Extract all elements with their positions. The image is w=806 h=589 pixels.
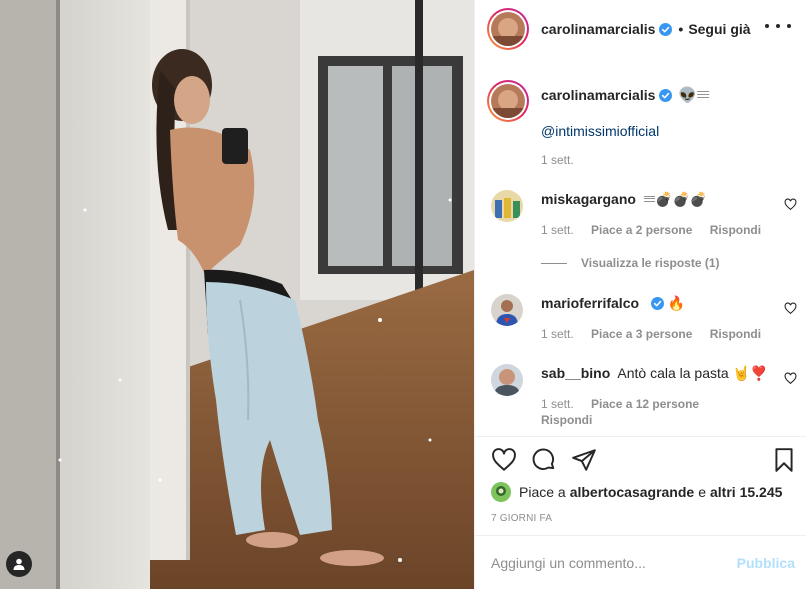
- view-replies-label: Visualizza le risposte (1): [581, 256, 720, 270]
- caption-author-avatar[interactable]: [487, 80, 529, 122]
- commenter-avatar[interactable]: [491, 364, 523, 396]
- comment-timestamp[interactable]: 1 sett.: [541, 327, 574, 341]
- header-separator: •: [678, 21, 684, 37]
- paper-plane-icon[interactable]: [571, 447, 597, 473]
- reply-button[interactable]: Rispondi: [710, 223, 761, 237]
- comment-like-heart-icon[interactable]: [784, 302, 797, 315]
- liker-username[interactable]: albertocasagrande: [570, 484, 695, 500]
- liker-avatar[interactable]: [491, 482, 511, 502]
- comment-input[interactable]: [491, 555, 721, 571]
- comment-like-heart-icon[interactable]: [784, 198, 797, 211]
- comment-text: 🔥: [667, 295, 686, 311]
- author-avatar[interactable]: [487, 8, 529, 50]
- comment-timestamp[interactable]: 1 sett.: [541, 397, 574, 411]
- caption-timestamp[interactable]: 1 sett.: [541, 153, 574, 167]
- likes-prefix: Piace a: [519, 484, 566, 500]
- verified-badge-icon: [659, 22, 673, 36]
- bookmark-icon[interactable]: [771, 447, 797, 473]
- reply-button[interactable]: Rispondi: [541, 413, 592, 427]
- view-replies-button[interactable]: Visualizza le risposte (1): [541, 256, 720, 270]
- publish-button[interactable]: Pubblica: [737, 555, 795, 571]
- post-header: carolinamarcialis • Segui già: [475, 0, 806, 58]
- post-date[interactable]: 7 GIORNI FA: [491, 513, 552, 524]
- comment-likes[interactable]: Piace a 3 persone: [591, 327, 692, 341]
- commenter-avatar[interactable]: [491, 294, 523, 326]
- comment-username[interactable]: sab__bino: [541, 365, 610, 381]
- more-options-icon[interactable]: [765, 16, 791, 36]
- heart-icon[interactable]: [491, 447, 517, 473]
- comments-list: carolinamarcialis 👽𝄘 @intimissimiofficia…: [475, 70, 806, 178]
- comment-text: Antò cala la pasta 🤘❣️: [617, 365, 768, 381]
- post-actions-bar: [491, 447, 797, 473]
- comment-username[interactable]: marioferrifalco: [541, 295, 639, 311]
- commenter-avatar[interactable]: [491, 190, 523, 222]
- reply-button[interactable]: Rispondi: [710, 327, 761, 341]
- comment-icon[interactable]: [531, 447, 557, 473]
- likes-summary: Piace a albertocasagrande e altri 15.245: [491, 482, 786, 502]
- caption-username[interactable]: carolinamarcialis: [541, 87, 655, 103]
- user-icon: [13, 558, 25, 570]
- tagged-users-button[interactable]: [6, 551, 32, 577]
- instagram-post-modal: carolinamarcialis • Segui già carolinama…: [0, 0, 806, 589]
- post-caption: carolinamarcialis 👽𝄘 @intimissimiofficia…: [475, 70, 806, 178]
- post-photo[interactable]: [0, 0, 474, 589]
- add-comment-form: Pubblica: [491, 545, 795, 581]
- actions-divider: [475, 436, 806, 437]
- verified-badge-icon: [659, 88, 673, 102]
- add-comment-divider: [475, 535, 806, 536]
- comment-text: 𝄘💣💣💣: [643, 191, 708, 207]
- likes-connector: e: [698, 484, 706, 500]
- comment-like-heart-icon[interactable]: [784, 372, 797, 385]
- follow-status-button[interactable]: Segui già: [688, 21, 750, 37]
- comment-likes[interactable]: Piace a 12 persone: [591, 397, 699, 411]
- verified-badge-icon: [650, 297, 664, 310]
- comment-likes[interactable]: Piace a 2 persone: [591, 223, 692, 237]
- photo-scene: [0, 0, 474, 589]
- post-side-panel: carolinamarcialis • Segui già carolinama…: [474, 0, 806, 589]
- author-username[interactable]: carolinamarcialis: [541, 21, 655, 37]
- replies-divider: [541, 262, 567, 264]
- likes-others-count[interactable]: altri 15.245: [710, 484, 782, 500]
- caption-text: 👽𝄘: [678, 87, 710, 104]
- caption-mention-link[interactable]: @intimissimiofficial: [541, 123, 659, 139]
- comment-username[interactable]: miskagargano: [541, 191, 636, 207]
- comment-timestamp[interactable]: 1 sett.: [541, 223, 574, 237]
